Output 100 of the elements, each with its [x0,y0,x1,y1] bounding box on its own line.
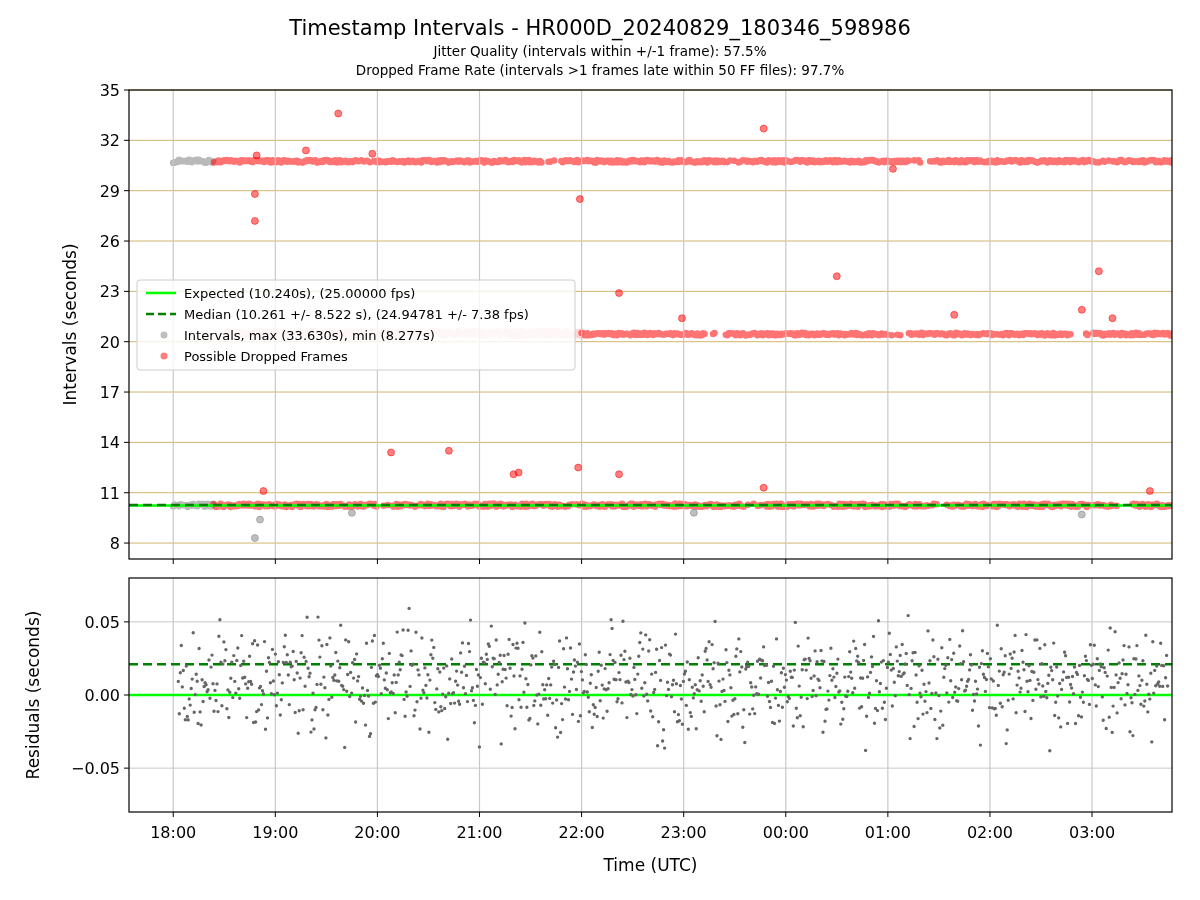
data-point [950,310,959,319]
data-point [615,470,623,479]
tick-label: 29 [99,181,120,201]
tick-label: 20:00 [354,823,401,842]
data-point [888,164,897,173]
data-point [368,149,377,158]
tick-mark [887,811,889,818]
data-point [514,468,523,477]
tick-label: 20 [99,332,120,352]
tick-mark [376,558,378,565]
axis-label: Residuals (seconds) [23,610,43,780]
data-point [444,446,453,455]
tick-label: 03:00 [1069,823,1116,842]
data-point [574,463,583,472]
tick-label: 18:00 [150,823,197,842]
dot-swatch-icon [160,331,168,339]
data-point [1094,267,1103,276]
tick-mark [123,767,130,769]
chart-title: Timestamp Intervals - HR000D_20240829_180346_598986 [289,15,911,42]
data-point [387,448,396,457]
tick-label: 19:00 [252,823,299,842]
data-point [250,534,259,543]
data-point [1077,305,1086,314]
legend-label: Expected (10.240s), (25.00000 fps) [184,285,416,301]
tick-mark [123,190,130,192]
tick-mark [785,558,787,565]
tick-mark [989,558,991,565]
tick-label: 22:00 [558,823,605,842]
tick-label: 00:00 [762,823,809,842]
tick-mark [274,558,276,565]
legend-label: Intervals, max (33.630s), min (8.277s) [184,327,435,343]
axis-label: Intervals (seconds) [60,243,80,406]
tick-label: 35 [99,81,120,100]
tick-label: 23:00 [660,823,707,842]
tick-label: 8 [109,534,120,554]
tick-mark [376,811,378,818]
data-point [678,314,686,323]
tick-label: 0.05 [84,612,120,632]
data-point [759,124,768,133]
tick-label: 11 [99,483,120,503]
tick-label: 17 [99,383,120,403]
data-point [259,487,268,496]
chart-subtitle: Dropped Frame Rate (intervals >1 frames late within 50 FF files): 97.7% [355,61,845,80]
data-point [256,515,264,524]
tick-mark [123,391,130,393]
tick-mark [172,558,174,565]
line-swatch-icon [146,312,176,316]
tick-label: 0.00 [84,686,120,705]
tick-mark [479,558,480,565]
tick-label: 14 [99,433,120,453]
data-point [1108,314,1117,323]
tick-mark [479,811,480,818]
data-point [832,272,841,281]
tick-label: 21:00 [456,823,503,842]
tick-label: 02:00 [966,823,1013,842]
data-point [252,151,261,160]
tick-mark [123,290,130,292]
line-swatch-icon [146,291,176,295]
tick-mark [1091,811,1093,818]
data-point [301,146,310,155]
data-point [689,508,698,517]
tick-mark [581,558,583,565]
tick-mark [123,492,130,494]
tick-mark [123,694,130,696]
data-point [347,508,356,517]
data-point [334,109,343,118]
tick-mark [1091,558,1093,565]
tick-mark [274,811,276,818]
tick-label: −0.05 [70,759,120,779]
tick-mark [683,558,685,565]
axis-label: Time (UTC) [603,855,698,875]
tick-mark [123,441,130,443]
tick-mark [123,240,130,242]
tick-mark [123,542,130,544]
legend-label: Possible Dropped Frames [184,348,348,364]
tick-mark [989,811,991,818]
tick-label: 23 [99,282,120,302]
data-point [759,483,768,492]
legend-label: Median (10.261 +/- 8.522 s), (24.94781 +/- 7.38 fps) [184,306,529,322]
data-point [1145,487,1154,496]
tick-label: 32 [99,131,120,151]
tick-mark [785,811,787,818]
tick-mark [123,621,130,623]
tick-mark [683,811,685,818]
data-point [509,470,518,479]
data-point [1077,510,1086,519]
tick-mark [172,811,174,818]
tick-label: 01:00 [864,823,911,842]
data-point [250,190,259,199]
data-point [250,216,259,225]
tick-label: 26 [99,232,120,251]
tick-mark [887,558,889,565]
tick-mark [123,89,130,91]
tick-mark [123,139,130,141]
tick-mark [123,341,130,343]
data-point [575,195,584,204]
data-point [615,289,623,298]
dot-swatch-icon [160,352,168,360]
chart-subtitle: Jitter Quality (intervals within +/-1 frame): 57.5% [433,42,767,61]
tick-mark [581,811,583,818]
